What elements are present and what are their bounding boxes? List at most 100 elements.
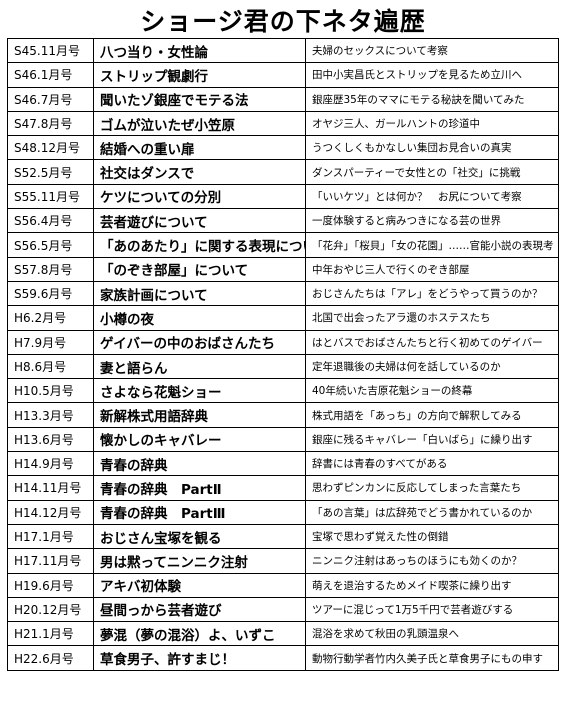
description-cell: 銀座歴35年のママにモテる秘訣を聞いてみた [305, 86, 559, 112]
description-cell: 思わずピンカンに反応してしまった言葉たち [305, 475, 559, 501]
table-row: H22.6月号 草食男子、許すまじ！ 動物行動学者竹内久美子氏と草食男子にもの申す [7, 645, 559, 671]
description-cell: はとバスでおばさんたちと行く初めてのゲイバー [305, 329, 559, 355]
description-cell: 宝塚で思わず覚えた性の倒錯 [305, 523, 559, 550]
table-row: H6.2月号 小樽の夜 北国で出会ったアラ還のホステスたち [7, 305, 559, 331]
topic-cell: 小樽の夜 [93, 305, 306, 331]
topic-cell: 「あのあたり」に関する表現について [93, 232, 306, 258]
issue-cell: S59.6月号 [7, 280, 94, 307]
issue-cell: S47.8月号 [7, 110, 94, 137]
history-table: S45.11月号 八つ当り・女性論 夫婦のセックスについて考察 S46.1月号 ストリッ… [7, 37, 559, 671]
topic-cell: 八つ当り・女性論 [93, 37, 306, 64]
issue-cell: H14.12月号 [7, 499, 94, 525]
description-cell: 「花弁」「桜貝」「女の花園」……官能小説の表現考 [305, 232, 559, 258]
topic-cell: 芸者遊びについて [93, 208, 306, 234]
description-cell: 「あの言葉」は広辞苑でどう書かれているのか [305, 499, 559, 525]
topic-cell: アキバ初体験 [93, 572, 306, 598]
topic-cell: 青春の辞典 PartⅡ [93, 475, 306, 501]
issue-cell: H21.1月号 [7, 621, 94, 647]
issue-cell: H7.9月号 [7, 329, 94, 355]
table-row: H8.6月号 妻と語らん 定年退職後の夫婦は何を話しているのか [7, 353, 559, 380]
issue-cell: H13.3月号 [7, 402, 94, 428]
issue-cell: S52.5月号 [7, 159, 94, 185]
issue-cell: H6.2月号 [7, 305, 94, 331]
issue-cell: S55.11月号 [7, 183, 94, 210]
history-table-body: S45.11月号 八つ当り・女性論 夫婦のセックスについて考察 S46.1月号 ストリッ… [7, 37, 559, 671]
issue-cell: H10.5月号 [7, 378, 94, 404]
issue-cell: S46.1月号 [7, 62, 94, 88]
issue-cell: H19.6月号 [7, 572, 94, 598]
issue-cell: S46.7月号 [7, 86, 94, 112]
table-row: H17.1月号 おじさん宝塚を観る 宝塚で思わず覚えた性の倒錯 [7, 523, 559, 550]
table-row: S47.8月号 ゴムが泣いたぜ小笠原 オヤジ三人、ガールハントの珍道中 [7, 110, 559, 137]
issue-cell: H22.6月号 [7, 645, 94, 671]
description-cell: 「いいケツ」とは何か？ お尻について考察 [305, 183, 559, 210]
topic-cell: 社交はダンスで [93, 159, 306, 185]
issue-cell: S48.12月号 [7, 135, 94, 161]
table-row: H14.12月号 青春の辞典 PartⅢ 「あの言葉」は広辞苑でどう書かれているのか [7, 499, 559, 525]
description-cell: ダンスパーティーで女性との「社交」に挑戦 [305, 159, 559, 185]
issue-cell: S57.8月号 [7, 256, 94, 282]
issue-cell: H17.11月号 [7, 548, 94, 574]
table-row: H13.3月号 新解株式用語辞典 株式用語を「あっち」の方向で解釈してみる [7, 402, 559, 428]
table-row: H19.6月号 アキバ初体験 萌えを退治するためメイド喫茶に繰り出す [7, 572, 559, 598]
table-row: S48.12月号 結婚への重い扉 うつくしくもかなしい集団お見合いの真実 [7, 135, 559, 161]
topic-cell: ストリップ観劇行 [93, 62, 306, 88]
topic-cell: 青春の辞典 PartⅢ [93, 499, 306, 525]
description-cell: 動物行動学者竹内久美子氏と草食男子にもの申す [305, 645, 559, 671]
description-cell: オヤジ三人、ガールハントの珍道中 [305, 110, 559, 137]
page-title: ショージ君の下ネタ遍歴 [140, 7, 426, 36]
table-row: H20.12月号 昼間っから芸者遊び ツアーに混じって1万5千円で芸者遊びする [7, 596, 559, 623]
description-cell: おじさんたちは「アレ」をどうやって買うのか？ [305, 280, 559, 307]
table-row: S56.5月号「あのあたり」に関する表現について「花弁」「桜貝」「女の花園」……… [7, 232, 559, 258]
description-cell: 40年続いた吉原花魁ショーの終幕 [305, 378, 559, 404]
description-cell: 北国で出会ったアラ還のホステスたち [305, 305, 559, 331]
topic-cell: 草食男子、許すまじ！ [93, 645, 306, 671]
topic-cell: 青春の辞典 [93, 451, 306, 477]
description-cell: 一度体験すると病みつきになる芸の世界 [305, 208, 559, 234]
description-cell: ツアーに混じって1万5千円で芸者遊びする [305, 596, 559, 623]
description-cell: 辞書には青春のすべてがある [305, 451, 559, 477]
topic-cell: 昼間っから芸者遊び [93, 596, 306, 623]
topic-cell: 妻と語らん [93, 353, 306, 380]
topic-cell: 新解株式用語辞典 [93, 402, 306, 428]
table-row: S46.1月号 ストリップ観劇行 田中小実昌氏とストリップを見るため立川へ [7, 62, 559, 88]
issue-cell: S56.5月号 [7, 232, 94, 258]
issue-cell: H14.11月号 [7, 475, 94, 501]
description-cell: 株式用語を「あっち」の方向で解釈してみる [305, 402, 559, 428]
table-row: S59.6月号 家族計画について おじさんたちは「アレ」をどうやって買うのか？ [7, 280, 559, 307]
table-row: S52.5月号 社交はダンスで ダンスパーティーで女性との「社交」に挑戦 [7, 159, 559, 185]
issue-cell: H17.1月号 [7, 523, 94, 550]
topic-cell: ゴムが泣いたぜ小笠原 [93, 110, 306, 137]
issue-cell: S56.4月号 [7, 208, 94, 234]
topic-cell: 結婚への重い扉 [93, 135, 306, 161]
topic-cell: おじさん宝塚を観る [93, 523, 306, 550]
topic-cell: 家族計画について [93, 280, 306, 307]
description-cell: 混浴を求めて秋田の乳頭温泉へ [305, 621, 559, 647]
topic-cell: 「のぞき部屋」について [93, 256, 306, 282]
description-cell: 夫婦のセックスについて考察 [305, 37, 559, 64]
table-row: S45.11月号 八つ当り・女性論 夫婦のセックスについて考察 [7, 37, 559, 64]
table-row: H14.11月号 青春の辞典 PartⅡ 思わずピンカンに反応してしまった言葉たち [7, 475, 559, 501]
table-row: S57.8月号 「のぞき部屋」について 中年おやじ三人で行くのぞき部屋 [7, 256, 559, 282]
topic-cell: さよなら花魁ショー [93, 378, 306, 404]
issue-cell: H8.6月号 [7, 353, 94, 380]
issue-cell: H20.12月号 [7, 596, 94, 623]
topic-cell: 懐かしのキャバレー [93, 426, 306, 453]
table-row: S46.7月号 聞いたゾ銀座でモテる法 銀座歴35年のママにモテる秘訣を聞いてみた [7, 86, 559, 112]
topic-cell: ゲイバーの中のおばさんたち [93, 329, 306, 355]
table-row: H7.9月号 ゲイバーの中のおばさんたち はとバスでおばさんたちと行く初めてのゲイバ… [7, 329, 559, 355]
issue-cell: H13.6月号 [7, 426, 94, 453]
table-row: H10.5月号 さよなら花魁ショー 40年続いた吉原花魁ショーの終幕 [7, 378, 559, 404]
table-row: H17.11月号 男は黙ってニンニク注射 ニンニク注射はあっちのほうにも効くのか？ [7, 548, 559, 574]
table-row: S56.4月号 芸者遊びについて 一度体験すると病みつきになる芸の世界 [7, 208, 559, 234]
topic-cell: ケツについての分別 [93, 183, 306, 210]
description-cell: 萌えを退治するためメイド喫茶に繰り出す [305, 572, 559, 598]
topic-cell: 夢混（夢の混浴）よ、いずこ [93, 621, 306, 647]
table-row: H14.9月号 青春の辞典 辞書には青春のすべてがある [7, 451, 559, 477]
table-row: H21.1月号 夢混（夢の混浴）よ、いずこ 混浴を求めて秋田の乳頭温泉へ [7, 621, 559, 647]
description-cell: 中年おやじ三人で行くのぞき部屋 [305, 256, 559, 282]
table-row: H13.6月号 懐かしのキャバレー 銀座に残るキャバレー「白いばら」に繰り出す [7, 426, 559, 453]
issue-cell: S45.11月号 [7, 37, 94, 64]
issue-cell: H14.9月号 [7, 451, 94, 477]
description-cell: 銀座に残るキャバレー「白いばら」に繰り出す [305, 426, 559, 453]
